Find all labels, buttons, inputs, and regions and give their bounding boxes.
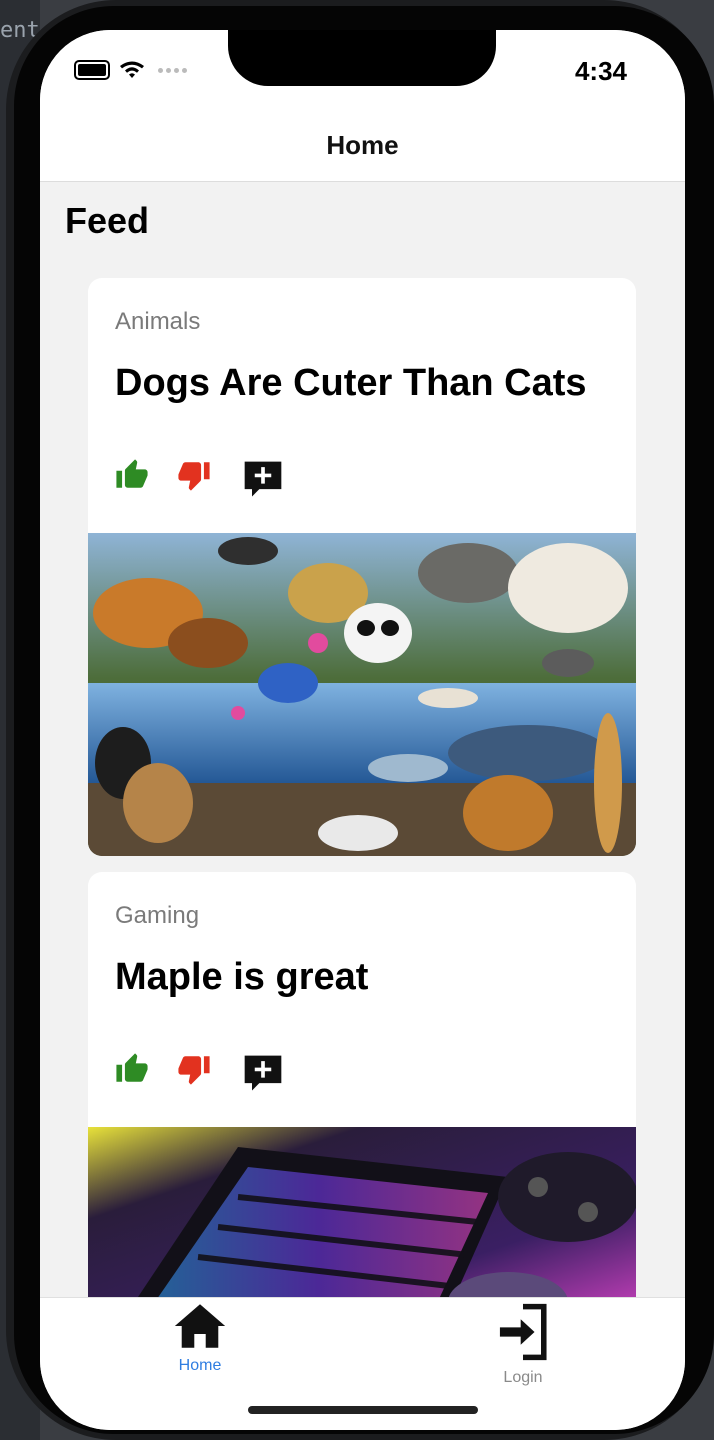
status-icons [74,60,187,80]
navigation-header: Home [40,125,685,182]
comment-button[interactable] [241,1052,282,1096]
post-category: Gaming [115,902,200,929]
like-button[interactable] [115,458,155,502]
post-title: Maple is great [115,956,369,998]
tab-login[interactable]: Login [463,1302,583,1387]
wifi-icon [120,61,144,78]
thumbs-up-icon [116,1053,148,1082]
signal-dots-icon [158,67,187,73]
notch [228,30,496,86]
post-image [88,533,636,856]
thumbs-up-icon [116,459,148,488]
app-screen: 4:34 Home Feed Animals Dogs Are Cuter Th… [40,30,685,1430]
post-category: Animals [115,308,201,335]
post-card[interactable]: Animals Dogs Are Cuter Than Cats [88,278,636,856]
thumbs-down-icon [178,462,210,491]
dislike-button[interactable] [177,458,217,502]
like-button[interactable] [115,1052,155,1096]
tab-login-label: Login [503,1369,543,1386]
home-icon [174,1304,226,1348]
page-title: Home [326,130,399,160]
thumbs-down-icon [178,1056,210,1085]
post-card[interactable]: Gaming Maple is great [88,872,636,1312]
post-title: Dogs Are Cuter Than Cats [115,362,587,404]
status-time: 4:34 [574,56,627,86]
dislike-button[interactable] [177,1052,217,1096]
feed-heading: Feed [65,200,150,241]
battery-icon [74,60,110,80]
status-bar: 4:34 [40,30,685,125]
comment-button[interactable] [241,458,282,502]
tab-home-label: Home [178,1357,222,1374]
add-comment-icon [244,1055,282,1091]
tab-home[interactable]: Home [140,1302,260,1375]
post-image [88,1127,636,1312]
home-indicator [248,1406,478,1414]
add-comment-icon [244,461,282,497]
login-icon [499,1303,547,1361]
